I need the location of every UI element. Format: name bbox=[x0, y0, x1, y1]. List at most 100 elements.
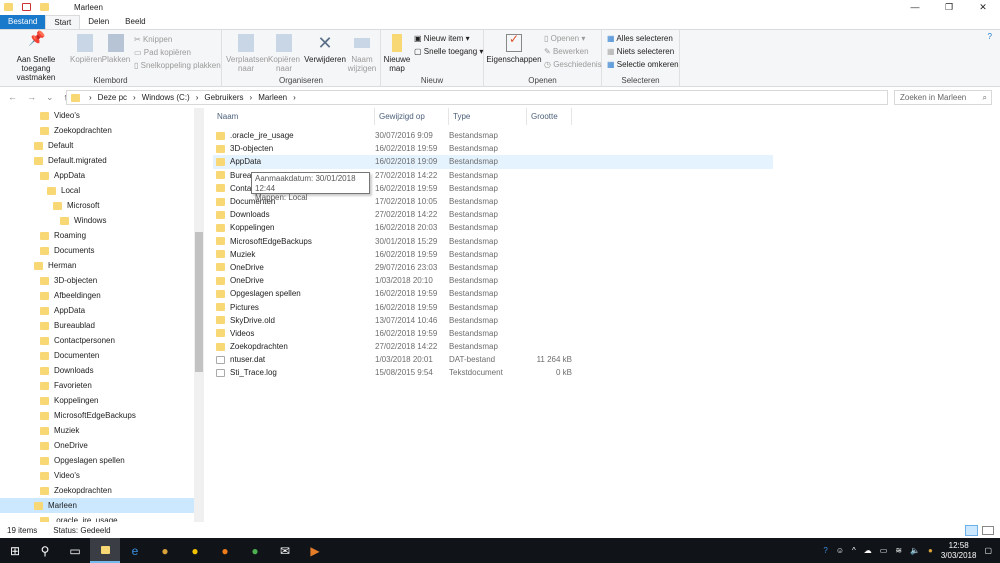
sidebar-item[interactable]: Zoekopdrachten bbox=[0, 483, 204, 498]
sidebar-item[interactable]: AppData bbox=[0, 303, 204, 318]
delete-button[interactable]: ✕ Verwijderen bbox=[304, 34, 346, 64]
scrollbar-thumb[interactable] bbox=[195, 232, 203, 372]
file-row[interactable]: ntuser.dat 1/03/2018 20:01 DAT-bestand 11 2… bbox=[213, 353, 773, 366]
copy-path-button[interactable]: ▭ Pad kopiëren bbox=[134, 47, 191, 59]
search-icon[interactable]: ⚲ bbox=[30, 538, 60, 563]
pin-button[interactable]: 📌 Aan Snelle toegang vastmaken bbox=[3, 31, 69, 82]
sidebar-item[interactable]: Muziek bbox=[0, 423, 204, 438]
tab-start[interactable]: Start bbox=[45, 15, 81, 29]
select-none-button[interactable]: ▦ Niets selecteren bbox=[607, 46, 674, 58]
select-all-button[interactable]: ▦ Alles selecteren bbox=[607, 33, 673, 45]
battery-icon[interactable]: ▭ bbox=[880, 546, 888, 555]
paste-button[interactable]: Plakken bbox=[101, 34, 131, 64]
column-header-size[interactable]: Grootte bbox=[527, 108, 572, 125]
column-header-type[interactable]: Type bbox=[449, 108, 527, 125]
large-icons-view-button[interactable] bbox=[982, 526, 994, 535]
edit-button[interactable]: ✎ Bewerken bbox=[544, 46, 589, 58]
search-input[interactable]: Zoeken in Marleen ⌕ bbox=[894, 90, 992, 105]
sidebar-item[interactable]: Opgeslagen spellen bbox=[0, 453, 204, 468]
tab-beeld[interactable]: Beeld bbox=[117, 15, 153, 29]
quick-access-toolbar[interactable] bbox=[4, 3, 54, 11]
invert-selection-button[interactable]: ▦ Selectie omkeren bbox=[607, 59, 679, 71]
file-row[interactable]: SkyDrive.old 13/07/2014 10:46 Bestandsmap bbox=[213, 314, 773, 327]
column-header-date[interactable]: Gewijzigd op bbox=[375, 108, 449, 125]
sidebar-item[interactable]: .oracle_jre_usage bbox=[0, 513, 204, 522]
sidebar-item[interactable]: MicrosoftEdgeBackups bbox=[0, 408, 204, 423]
cut-button[interactable]: ✂ Knippen bbox=[134, 34, 172, 46]
maximize-button[interactable]: ❐ bbox=[932, 0, 966, 14]
new-item-button[interactable]: ▣ Nieuw item ▾ bbox=[414, 33, 470, 45]
file-row[interactable]: MicrosoftEdgeBackups 30/01/2018 15:29 Best… bbox=[213, 235, 773, 248]
copy-to-button[interactable]: Kopiëren naar bbox=[266, 34, 302, 73]
breadcrumb-item[interactable]: Marleen bbox=[258, 93, 287, 102]
task-view-icon[interactable]: ▭ bbox=[60, 538, 90, 563]
sidebar-item[interactable]: Roaming bbox=[0, 228, 204, 243]
sidebar-item[interactable]: Local bbox=[0, 183, 204, 198]
media-player-icon[interactable]: ▶ bbox=[300, 538, 330, 563]
copy-button[interactable]: Kopiëren bbox=[70, 34, 102, 64]
action-center-icon[interactable]: ▢ bbox=[984, 546, 992, 555]
file-row[interactable]: .oracle_jre_usage 30/07/2016 9:09 Bestands… bbox=[213, 129, 773, 142]
sidebar-item[interactable]: Zoekopdrachten bbox=[0, 123, 204, 138]
sidebar-item[interactable]: Bureaublad bbox=[0, 318, 204, 333]
open-button[interactable]: ▯ Openen ▾ bbox=[544, 33, 585, 45]
sidebar-item[interactable]: Video's bbox=[0, 468, 204, 483]
sidebar-item[interactable]: Afbeeldingen bbox=[0, 288, 204, 303]
file-row[interactable]: Downloads 27/02/2018 14:22 Bestandsmap bbox=[213, 208, 773, 221]
file-row[interactable]: OneDrive 29/07/2016 23:03 Bestandsmap bbox=[213, 261, 773, 274]
minimize-button[interactable]: — bbox=[898, 0, 932, 14]
sidebar-item[interactable]: Microsoft bbox=[0, 198, 204, 213]
help-icon[interactable]: ? bbox=[823, 546, 827, 555]
volume-icon[interactable]: 🔈 bbox=[910, 546, 920, 555]
clock[interactable]: 12:58 3/03/2018 bbox=[941, 541, 977, 561]
address-bar[interactable]: › Deze pc › Windows (C:) › Gebruikers › Marl… bbox=[66, 90, 888, 105]
file-row[interactable]: Sti_Trace.log 15/08/2015 9:54 Tekstdocumen… bbox=[213, 366, 773, 379]
move-to-button[interactable]: Verplaatsen naar bbox=[226, 34, 268, 73]
help-icon[interactable]: ? bbox=[988, 32, 992, 41]
edge-icon[interactable]: e bbox=[120, 538, 150, 563]
tab-delen[interactable]: Delen bbox=[80, 15, 117, 29]
file-explorer-icon[interactable] bbox=[90, 538, 120, 563]
sidebar-item[interactable]: Default.migrated bbox=[0, 153, 204, 168]
forward-button[interactable]: → bbox=[27, 92, 36, 103]
sidebar-item[interactable]: Default bbox=[0, 138, 204, 153]
paste-shortcut-button[interactable]: ▯ Snelkoppeling plakken bbox=[134, 60, 221, 72]
breadcrumb-item[interactable]: Windows (C:) bbox=[142, 93, 190, 102]
chrome-icon[interactable]: ● bbox=[240, 538, 270, 563]
file-row[interactable]: Opgeslagen spellen 16/02/2018 19:59 Bestan… bbox=[213, 287, 773, 300]
back-button[interactable]: ← bbox=[8, 92, 17, 103]
details-view-button[interactable] bbox=[965, 525, 978, 536]
sidebar-scrollbar[interactable] bbox=[194, 108, 204, 522]
sidebar-item[interactable]: Favorieten bbox=[0, 378, 204, 393]
recent-dropdown[interactable]: ⌄ bbox=[46, 92, 54, 103]
app-icon[interactable]: ● bbox=[180, 538, 210, 563]
app-icon[interactable]: ● bbox=[150, 538, 180, 563]
file-row[interactable]: OneDrive 1/03/2018 20:10 Bestandsmap bbox=[213, 274, 773, 287]
start-button[interactable]: ⊞ bbox=[0, 538, 30, 563]
column-header-name[interactable]: Naam bbox=[213, 108, 375, 125]
sidebar-item[interactable]: Contactpersonen bbox=[0, 333, 204, 348]
properties-button[interactable]: ✓ Eigenschappen bbox=[486, 33, 542, 64]
file-row[interactable]: Muziek 16/02/2018 19:59 Bestandsmap bbox=[213, 248, 773, 261]
sidebar-item[interactable]: AppData bbox=[0, 168, 204, 183]
file-row[interactable]: AppData 16/02/2018 19:09 Bestandsmap bbox=[213, 155, 773, 169]
show-hidden-icons[interactable]: ^ bbox=[852, 546, 856, 555]
sidebar-item[interactable]: Windows bbox=[0, 213, 204, 228]
sidebar-item[interactable]: Koppelingen bbox=[0, 393, 204, 408]
new-folder-button[interactable]: Nieuwe map bbox=[383, 34, 411, 73]
sidebar-item[interactable]: OneDrive bbox=[0, 438, 204, 453]
sidebar-item[interactable]: Documents bbox=[0, 243, 204, 258]
mail-icon[interactable]: ✉ bbox=[270, 538, 300, 563]
wifi-icon[interactable]: ≋ bbox=[895, 546, 902, 555]
file-row[interactable]: Koppelingen 16/02/2018 20:03 Bestandsmap bbox=[213, 221, 773, 234]
onedrive-icon[interactable]: ☁ bbox=[864, 546, 872, 555]
sidebar-item[interactable]: Downloads bbox=[0, 363, 204, 378]
people-icon[interactable]: ☺ bbox=[836, 546, 844, 555]
close-button[interactable]: ✕ bbox=[966, 0, 1000, 14]
sidebar-item[interactable]: Herman bbox=[0, 258, 204, 273]
easy-access-button[interactable]: ▢ Snelle toegang ▾ bbox=[414, 46, 483, 58]
file-row[interactable]: Pictures 16/02/2018 19:59 Bestandsmap bbox=[213, 300, 773, 313]
breadcrumb-item[interactable]: Deze pc bbox=[98, 93, 127, 102]
sidebar-item[interactable]: Video's bbox=[0, 108, 204, 123]
history-button[interactable]: ◷ Geschiedenis bbox=[544, 59, 602, 71]
